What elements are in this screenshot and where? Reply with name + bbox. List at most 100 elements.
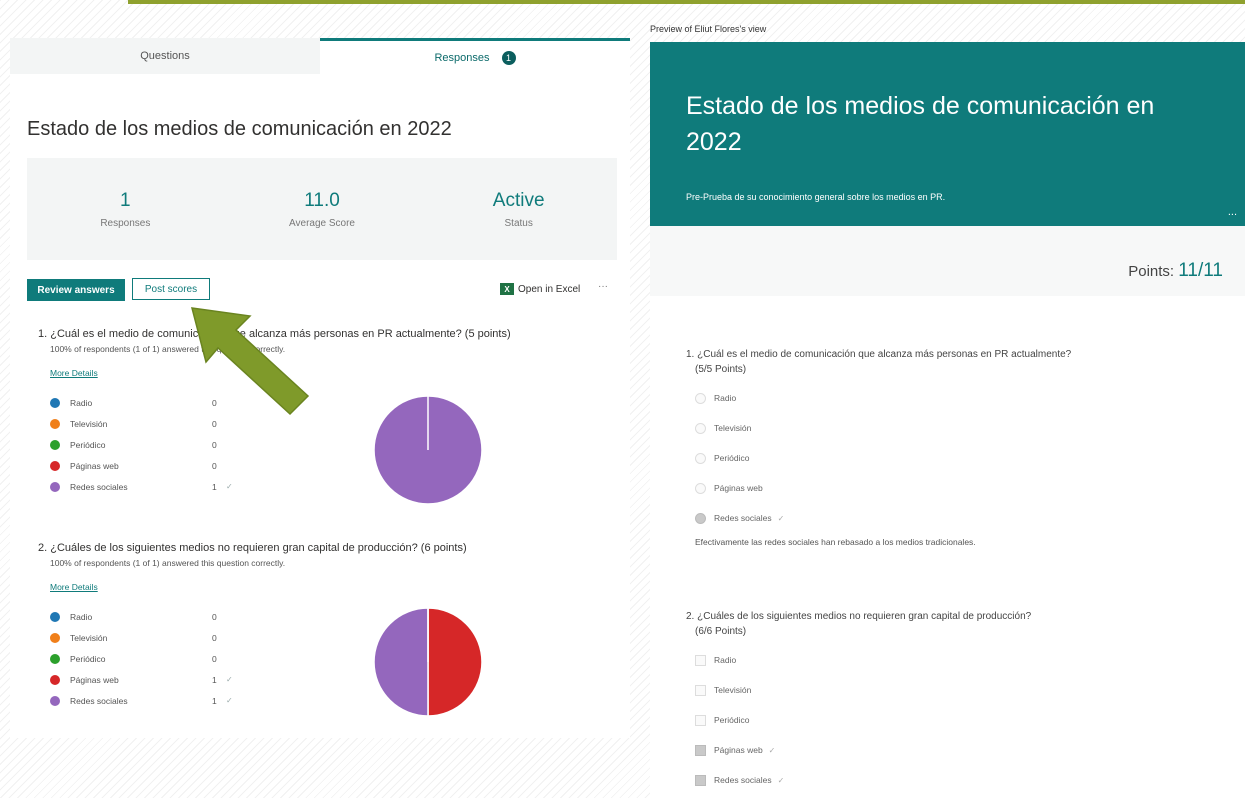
more-details-link[interactable]: More Details: [38, 368, 618, 378]
option-paginas-web[interactable]: Páginas web ✓: [686, 735, 1216, 765]
radio-button[interactable]: [695, 422, 706, 434]
correct-check-icon: ✓: [777, 513, 785, 523]
checkbox[interactable]: [695, 654, 706, 666]
question-summary-2: 2. ¿Cuáles de los siguientes medios no r…: [38, 542, 618, 711]
stat-label: Responses: [100, 217, 151, 229]
legend-row-television: Televisión 0: [50, 627, 618, 648]
legend-dot: [50, 460, 60, 471]
tab-responses[interactable]: Responses 1: [320, 38, 630, 74]
legend-row-periodico: Periódico 0: [50, 648, 618, 669]
legend-dot: [50, 611, 60, 622]
preview-question-1: 1. ¿Cuál es el medio de comunicación que…: [686, 347, 1216, 547]
option-redes-sociales[interactable]: Redes sociales ✓: [686, 503, 1216, 533]
option-television[interactable]: Televisión: [686, 675, 1216, 705]
stat-value: 1: [120, 189, 131, 211]
option-label: Páginas web: [714, 483, 763, 493]
option-paginas-web[interactable]: Páginas web: [686, 473, 1216, 503]
legend-dot: [50, 397, 60, 408]
stat-average-score: 11.0 Average Score: [224, 158, 421, 260]
tab-questions[interactable]: Questions: [10, 38, 320, 74]
more-options-icon[interactable]: ···: [598, 281, 608, 292]
question-legend: Radio 0 Televisión 0 Periódico 0 Páginas…: [38, 606, 618, 711]
tab-bar: Questions Responses 1: [10, 38, 630, 74]
stat-label: Status: [504, 217, 533, 229]
option-label: Radio: [714, 655, 737, 665]
legend-row-redes-sociales: Redes sociales 1 ✓: [50, 690, 618, 711]
legend-dot: [50, 653, 60, 664]
question-points: (5/5 Points): [695, 364, 747, 375]
more-details-link[interactable]: More Details: [38, 582, 618, 592]
legend-count: 0: [212, 611, 217, 622]
legend-count: 0: [212, 460, 217, 471]
post-scores-button[interactable]: Post scores: [132, 278, 210, 300]
question-text: 2. ¿Cuáles de los siguientes medios no r…: [38, 542, 467, 554]
option-television[interactable]: Televisión: [686, 413, 1216, 443]
option-label: Redes sociales: [714, 775, 772, 785]
option-label: Páginas web: [714, 745, 763, 755]
correct-check-icon: ✓: [777, 775, 785, 785]
points-value: 11/11: [1178, 260, 1223, 281]
legend-row-redes-sociales: Redes sociales 1 ✓: [50, 476, 618, 497]
stat-value: Active: [492, 189, 545, 211]
correct-check-icon: ✓: [226, 696, 233, 705]
legend-row-radio: Radio 0: [50, 606, 618, 627]
radio-button[interactable]: [695, 452, 706, 464]
legend-dot: [50, 632, 60, 643]
preview-question-2: 2. ¿Cuáles de los siguientes medios no r…: [686, 609, 1216, 795]
radio-button-selected[interactable]: [695, 512, 706, 524]
legend-row-radio: Radio 0: [50, 392, 618, 413]
legend-row-paginas-web: Páginas web 1 ✓: [50, 669, 618, 690]
legend-label: Televisión: [70, 632, 108, 643]
review-answers-button[interactable]: Review answers: [27, 279, 125, 301]
legend-count: 0: [212, 632, 217, 643]
option-radio[interactable]: Radio: [686, 645, 1216, 675]
legend-dot: [50, 439, 60, 450]
top-accent-line: [128, 0, 1245, 4]
question-summary-1: 1. ¿Cuál es el medio de comunicación que…: [38, 328, 618, 497]
radio-button[interactable]: [695, 482, 706, 494]
form-title: Estado de los medios de comunicación en …: [27, 118, 452, 140]
answer-feedback: Efectivamente las redes sociales han reb…: [695, 537, 976, 547]
question-text: 1. ¿Cuál es el medio de comunicación que…: [686, 349, 1072, 360]
option-radio[interactable]: Radio: [686, 383, 1216, 413]
option-label: Periódico: [714, 453, 750, 463]
more-options-icon[interactable]: ...: [1228, 206, 1237, 218]
response-pie-chart-2: [373, 607, 483, 717]
question-stats: 100% of respondents (1 of 1) answered th…: [50, 344, 286, 354]
legend-label: Periódico: [70, 653, 106, 664]
points-label: Points:: [1128, 263, 1175, 280]
legend-dot: [50, 481, 60, 492]
pie-slice-p-ginas-web: [427, 607, 483, 717]
checkbox-checked[interactable]: [695, 744, 706, 756]
legend-label: Redes sociales: [70, 481, 128, 492]
pointer-arrow-icon: [190, 307, 310, 416]
option-periodico[interactable]: Periódico: [686, 705, 1216, 735]
question-points: (6/6 Points): [695, 626, 747, 637]
excel-icon: X: [500, 283, 514, 295]
open-in-excel-button[interactable]: X Open in Excel: [500, 283, 580, 295]
form-title: Estado de los medios de comunicación en …: [686, 92, 1155, 156]
stat-value: 11.0: [304, 189, 340, 211]
legend-row-paginas-web: Páginas web 0: [50, 455, 618, 476]
legend-label: Televisión: [70, 418, 108, 429]
legend-count: 0: [212, 653, 217, 664]
correct-check-icon: ✓: [768, 745, 776, 755]
checkbox[interactable]: [695, 714, 706, 726]
legend-label: Redes sociales: [70, 695, 128, 706]
legend-label: Páginas web: [70, 674, 119, 685]
stat-status: Active Status: [420, 158, 617, 260]
stat-label: Average Score: [289, 217, 355, 229]
form-description: Pre-Prueba de su conocimiento general so…: [686, 192, 946, 202]
checkbox-checked[interactable]: [695, 774, 706, 786]
question-legend: Radio 0 Televisión 0 Periódico 0 Páginas…: [38, 392, 618, 497]
radio-button[interactable]: [695, 392, 706, 404]
preview-label: Preview of Eliut Flores's view: [650, 24, 767, 34]
response-pie-chart-1: [373, 395, 483, 505]
legend-row-television: Televisión 0: [50, 413, 618, 434]
option-periodico[interactable]: Periódico: [686, 443, 1216, 473]
option-redes-sociales[interactable]: Redes sociales ✓: [686, 765, 1216, 795]
option-label: Televisión: [714, 423, 752, 433]
correct-check-icon: ✓: [226, 675, 233, 684]
option-label: Redes sociales: [714, 513, 772, 523]
checkbox[interactable]: [695, 684, 706, 696]
